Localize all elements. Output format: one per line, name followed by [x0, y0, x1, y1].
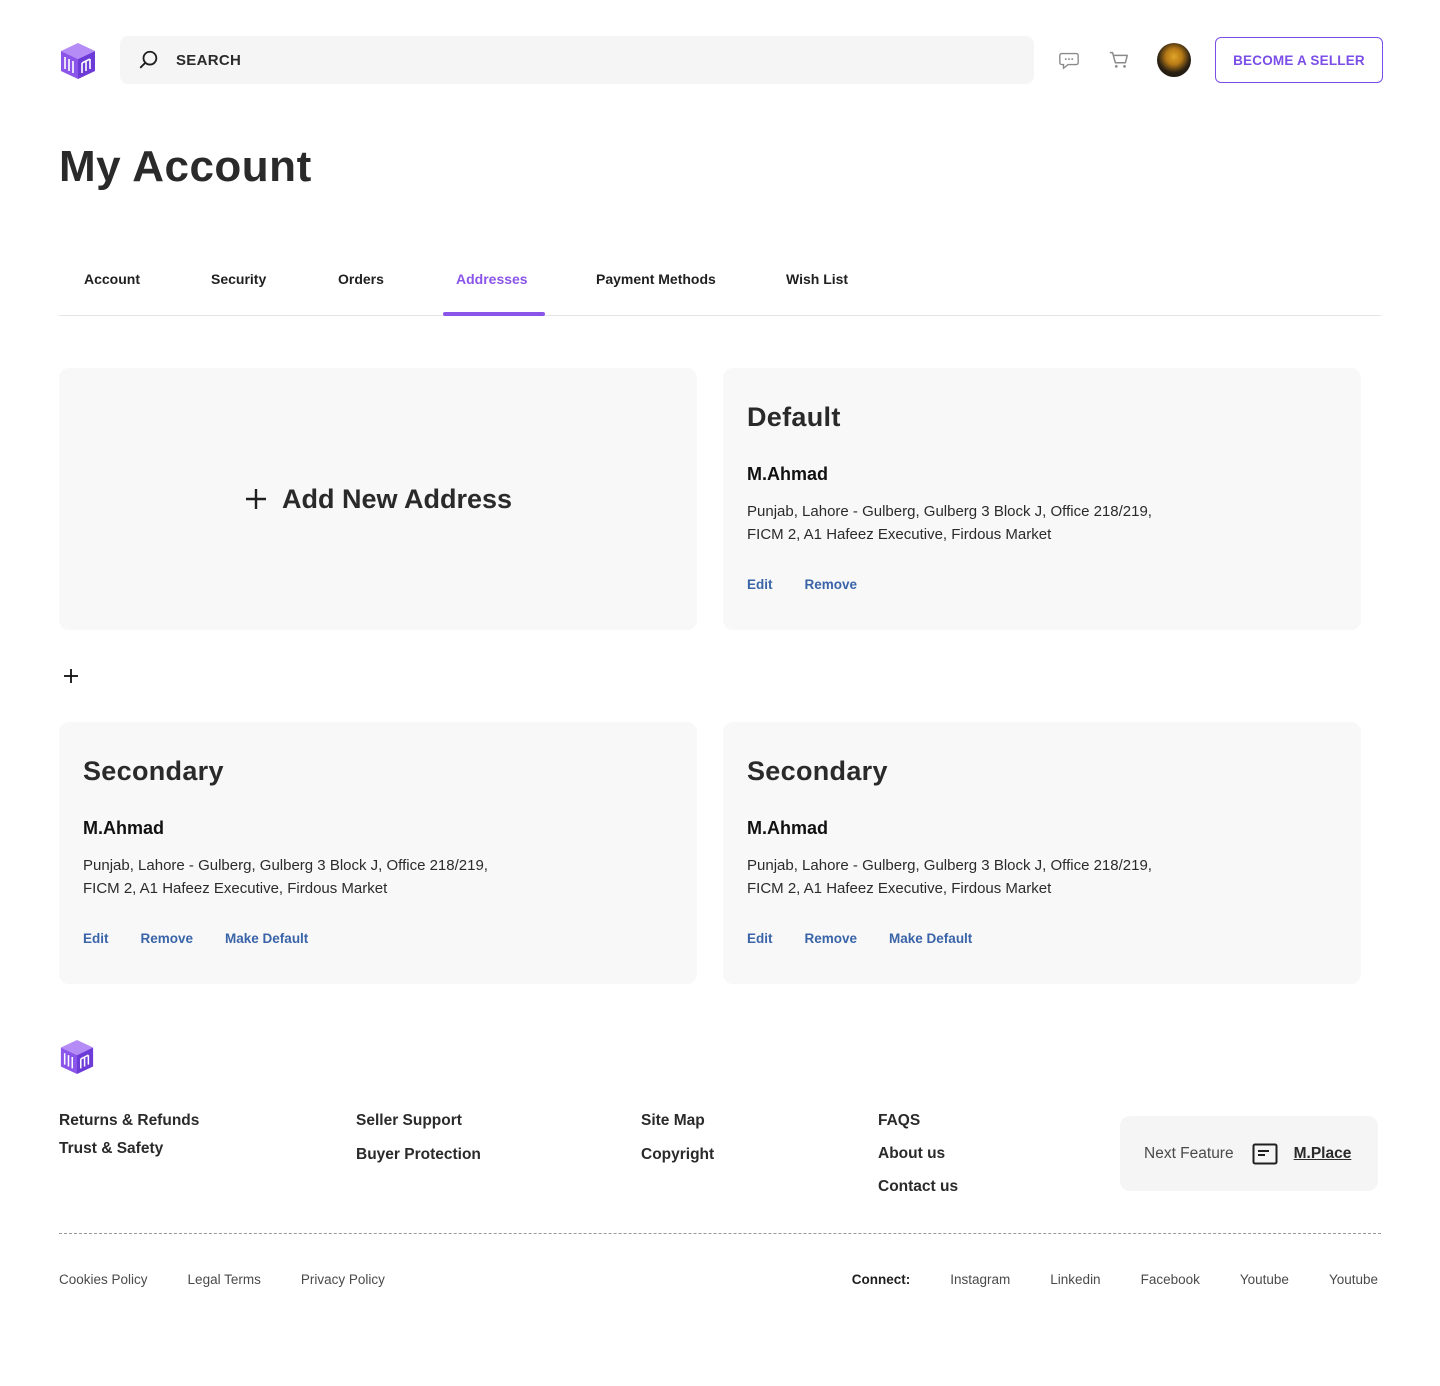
- footer-link-returns[interactable]: Returns & Refunds: [59, 1112, 199, 1130]
- legal-terms-link[interactable]: Legal Terms: [188, 1272, 261, 1287]
- address-text: Punjab, Lahore - Gulberg, Gulberg 3 Bloc…: [83, 854, 523, 900]
- footer-column-2: Seller Support Buyer Protection: [356, 1112, 481, 1164]
- footer-link-about[interactable]: About us: [878, 1145, 958, 1163]
- edit-address-link[interactable]: Edit: [747, 931, 773, 946]
- avatar[interactable]: [1157, 43, 1191, 77]
- privacy-policy-link[interactable]: Privacy Policy: [301, 1272, 385, 1287]
- youtube-link[interactable]: Youtube: [1240, 1272, 1289, 1287]
- address-line-1: Punjab, Lahore - Gulberg, Gulberg 3 Bloc…: [747, 857, 1152, 874]
- footer-link-faqs[interactable]: FAQS: [878, 1112, 958, 1130]
- logo-cube-icon[interactable]: [59, 41, 97, 81]
- footer-divider: [59, 1233, 1381, 1234]
- make-default-link[interactable]: Make Default: [225, 931, 308, 946]
- tab-addresses[interactable]: Addresses: [456, 271, 528, 287]
- tab-account[interactable]: Account: [84, 271, 140, 287]
- search-input[interactable]: [176, 51, 976, 69]
- address-line-1: Punjab, Lahore - Gulberg, Gulberg 3 Bloc…: [83, 857, 488, 874]
- search-bar[interactable]: [120, 36, 1034, 84]
- search-icon: [139, 50, 158, 69]
- become-seller-button[interactable]: BECOME A SELLER: [1215, 37, 1383, 83]
- address-card-secondary: Secondary M.Ahmad Punjab, Lahore - Gulbe…: [723, 722, 1361, 984]
- address-card-secondary: Secondary M.Ahmad Punjab, Lahore - Gulbe…: [59, 722, 697, 984]
- remove-address-link[interactable]: Remove: [805, 577, 858, 592]
- cookies-policy-link[interactable]: Cookies Policy: [59, 1272, 148, 1287]
- footer-column-4: FAQS About us Contact us: [878, 1112, 958, 1196]
- account-tabs: Account Security Orders Addresses Paymen…: [59, 260, 1381, 316]
- address-type: Default: [747, 402, 841, 432]
- add-address-button[interactable]: Add New Address: [244, 484, 512, 515]
- footer-link-copyright[interactable]: Copyright: [641, 1146, 714, 1164]
- tab-wish-list[interactable]: Wish List: [786, 271, 848, 287]
- address-line-1: Punjab, Lahore - Gulberg, Gulberg 3 Bloc…: [747, 503, 1152, 520]
- address-name: M.Ahmad: [83, 818, 164, 838]
- tab-security[interactable]: Security: [211, 271, 266, 287]
- address-line-2: FICM 2, A1 Hafeez Executive, Firdous Mar…: [747, 880, 1052, 897]
- address-card-default: Default M.Ahmad Punjab, Lahore - Gulberg…: [723, 368, 1361, 630]
- footer-link-trust-safety[interactable]: Trust & Safety: [59, 1140, 199, 1158]
- make-default-link[interactable]: Make Default: [889, 931, 972, 946]
- active-tab-indicator: [443, 312, 545, 316]
- next-feature-label: Next Feature: [1144, 1144, 1234, 1162]
- plus-icon[interactable]: [63, 668, 79, 684]
- header: BECOME A SELLER: [0, 0, 1440, 120]
- footer-column-1: Returns & Refunds Trust & Safety: [59, 1112, 199, 1158]
- add-address-label: Add New Address: [281, 483, 513, 514]
- footer-link-seller-support[interactable]: Seller Support: [356, 1112, 481, 1130]
- address-name: M.Ahmad: [747, 818, 828, 838]
- address-type: Secondary: [747, 756, 888, 786]
- chat-icon[interactable]: [1057, 48, 1081, 72]
- connect-label: Connect:: [851, 1272, 911, 1287]
- remove-address-link[interactable]: Remove: [141, 931, 194, 946]
- legal-links: Cookies Policy Legal Terms Privacy Polic…: [59, 1272, 385, 1287]
- address-actions: Edit Remove Make Default: [747, 931, 972, 946]
- add-address-card[interactable]: Add New Address: [59, 368, 697, 630]
- address-text: Punjab, Lahore - Gulberg, Gulberg 3 Bloc…: [747, 854, 1187, 900]
- youtube-link[interactable]: Youtube: [1329, 1272, 1378, 1287]
- address-line-2: FICM 2, A1 Hafeez Executive, Firdous Mar…: [83, 880, 388, 897]
- logo-cube-icon[interactable]: [59, 1038, 95, 1076]
- edit-address-link[interactable]: Edit: [747, 577, 773, 592]
- address-actions: Edit Remove: [747, 577, 857, 592]
- address-actions: Edit Remove Make Default: [83, 931, 308, 946]
- address-type: Secondary: [83, 756, 224, 786]
- footer-link-buyer-protection[interactable]: Buyer Protection: [356, 1146, 481, 1164]
- tab-payment-methods[interactable]: Payment Methods: [596, 271, 716, 287]
- address-name: M.Ahmad: [747, 464, 828, 484]
- cart-icon[interactable]: [1107, 48, 1131, 72]
- instagram-link[interactable]: Instagram: [950, 1272, 1010, 1287]
- tab-orders[interactable]: Orders: [338, 271, 384, 287]
- footer-link-contact[interactable]: Contact us: [878, 1178, 958, 1196]
- plus-icon: [245, 489, 266, 509]
- address-line-2: FICM 2, A1 Hafeez Executive, Firdous Mar…: [747, 526, 1052, 543]
- address-text: Punjab, Lahore - Gulberg, Gulberg 3 Bloc…: [747, 500, 1187, 546]
- mplace-link[interactable]: M.Place: [1294, 1145, 1352, 1163]
- linkedin-link[interactable]: Linkedin: [1050, 1272, 1100, 1287]
- page-title: My Account: [59, 142, 312, 191]
- edit-address-link[interactable]: Edit: [83, 931, 109, 946]
- facebook-link[interactable]: Facebook: [1141, 1272, 1200, 1287]
- remove-address-link[interactable]: Remove: [805, 931, 858, 946]
- footer-link-site-map[interactable]: Site Map: [641, 1112, 714, 1130]
- social-links: Connect: Instagram Linkedin Facebook You…: [852, 1272, 1378, 1287]
- next-feature-box: Next Feature M.Place: [1120, 1116, 1378, 1191]
- footer-column-3: Site Map Copyright: [641, 1112, 714, 1164]
- card-icon: [1252, 1143, 1278, 1164]
